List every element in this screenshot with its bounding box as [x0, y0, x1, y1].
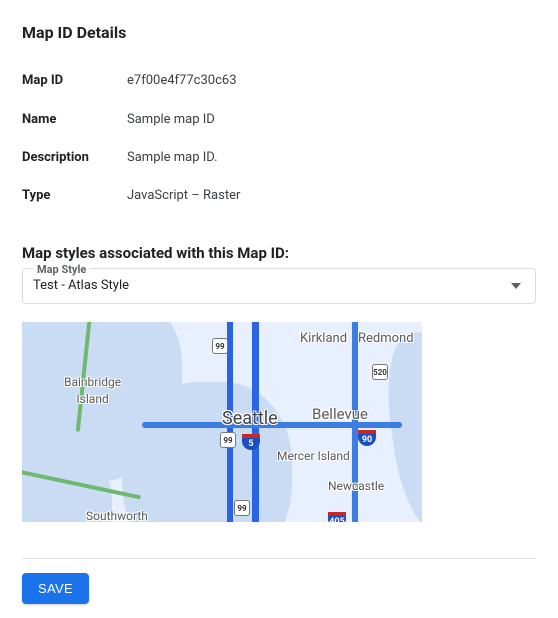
- label-type: Type: [22, 187, 127, 205]
- associated-styles-heading: Map styles associated with this Map ID:: [22, 243, 536, 264]
- value-description: Sample map ID.: [127, 149, 218, 167]
- map-preview: Seattle Bellevue Kirkland Redmond Mercer…: [22, 322, 422, 522]
- value-name: Sample map ID: [127, 111, 215, 129]
- shield-520: 520: [372, 364, 388, 380]
- interstate-405: 405: [328, 512, 346, 522]
- save-button[interactable]: SAVE: [22, 573, 89, 604]
- label-description: Description: [22, 149, 127, 167]
- row-description: Description Sample map ID.: [22, 143, 536, 175]
- label-name: Name: [22, 111, 127, 129]
- interstate-90: 90: [358, 430, 376, 446]
- map-style-select[interactable]: Map Style Test - Atlas Style: [22, 268, 536, 304]
- row-type: Type JavaScript – Raster: [22, 181, 536, 213]
- map-label-kirkland: Kirkland: [300, 330, 347, 348]
- shield-99-mid: 99: [220, 432, 236, 448]
- map-label-seattle: Seattle: [222, 406, 278, 431]
- footer: SAVE: [22, 558, 536, 618]
- map-style-select-label: Map Style: [33, 262, 90, 277]
- row-name: Name Sample map ID: [22, 105, 536, 137]
- map-label-redmond: Redmond: [358, 330, 414, 348]
- map-label-bainbridge: Bainbridge Island: [64, 374, 121, 408]
- shield-99-bot: 99: [234, 500, 250, 516]
- value-type: JavaScript – Raster: [127, 187, 240, 205]
- chevron-down-icon: [511, 283, 521, 289]
- label-map-id: Map ID: [22, 72, 127, 90]
- map-style-select-value: Test - Atlas Style: [33, 278, 129, 293]
- value-map-id: e7f00e4f77c30c63: [127, 72, 237, 90]
- map-label-southworth: Southworth: [86, 508, 148, 522]
- details-table: Map ID e7f00e4f77c30c63 Name Sample map …: [22, 66, 536, 213]
- shield-99-top: 99: [212, 338, 228, 354]
- map-label-newcastle: Newcastle: [328, 478, 384, 495]
- page-title: Map ID Details: [22, 22, 536, 44]
- row-map-id: Map ID e7f00e4f77c30c63: [22, 66, 536, 98]
- map-label-bellevue: Bellevue: [312, 404, 368, 425]
- map-label-mercer: Mercer Island: [277, 448, 350, 465]
